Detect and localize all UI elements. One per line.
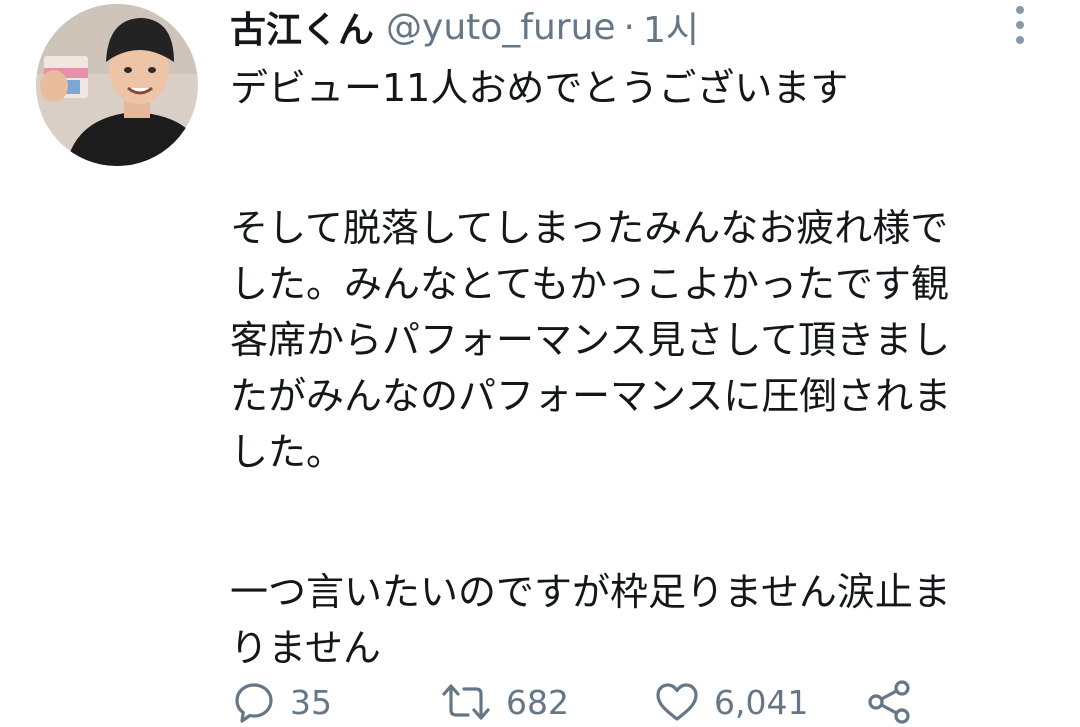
tweet-text-line: たがみんなのパフォーマンスに圧倒されま [230,374,952,418]
tweet-text: デビュー11人おめでとうございます そして脱落してしまったみんなお疲れ様で した… [230,60,1060,676]
tweet-text-line: デビュー11人おめでとうございます [230,66,849,110]
share-button[interactable] [866,679,914,725]
tweet-text-line: した。 [230,430,345,474]
tweet-text-line: りません [230,626,381,670]
like-button[interactable]: 6,041 [654,680,866,724]
tweet-text-line: 一つ言いたいのですが枠足りません涙止ま [230,570,951,614]
tweet-text-line [230,480,1060,536]
more-dot-icon [1016,36,1024,44]
heart-icon [654,680,700,724]
tweet-header: 古江くん @yuto_furue · 1시 [230,2,699,52]
reply-count: 35 [290,682,332,722]
separator-dot: · [623,6,635,48]
more-dot-icon [1016,21,1024,29]
reply-button[interactable]: 35 [232,680,440,724]
tweet[interactable]: 古江くん @yuto_furue · 1시 デビュー11人おめでとうございます … [0,0,1080,727]
tweet-text-line: した。みんなとてもかっこよかったです観 [230,262,949,306]
avatar-photo [36,4,198,166]
display-name[interactable]: 古江くん [230,1,374,53]
reply-icon [232,680,276,724]
avatar[interactable] [36,4,198,166]
tweet-text-line [230,116,1060,172]
more-options-button[interactable] [1004,4,1036,46]
like-count: 6,041 [714,682,809,722]
retweet-button[interactable]: 682 [440,680,654,724]
user-handle[interactable]: @yuto_furue [386,7,616,48]
timestamp[interactable]: 1시 [643,1,699,53]
retweet-count: 682 [506,682,569,722]
tweet-text-line: そして脱落してしまったみんなお疲れ様で [230,206,949,250]
share-icon [866,679,914,725]
tweet-text-line: 客席からパフォーマンス見さして頂きまし [230,318,951,362]
action-bar: 35 682 6,041 [232,678,914,726]
more-dot-icon [1016,6,1024,14]
retweet-icon [440,680,492,724]
